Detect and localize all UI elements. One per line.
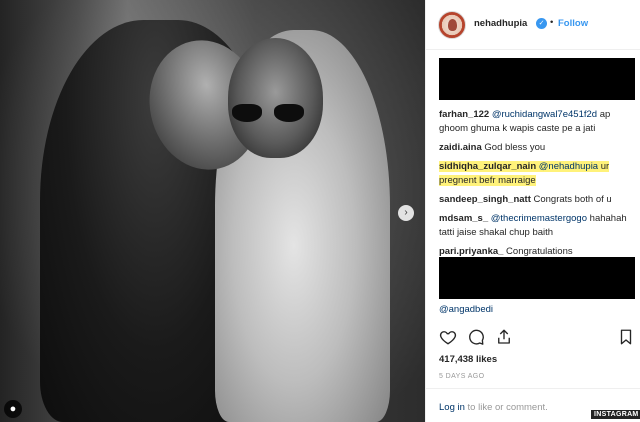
comment-text: Congratulations [503, 246, 573, 257]
post-sidebar: nehadhupia ✓ • Follow farhan_122 @ruchid… [425, 0, 640, 422]
like-count[interactable]: 417,438 likes [439, 354, 497, 365]
comment-item: sandeep_singh_natt Congrats both of u [439, 193, 635, 207]
divider [426, 388, 640, 389]
comment-item: zaidi.aina God bless you [439, 141, 635, 155]
comment-username[interactable]: pari.priyanka_ [439, 246, 503, 257]
comment-text: Congrats both of u [530, 194, 612, 205]
comment-item: farhan_122 @ruchidangwal7e451f2d ap ghoo… [439, 108, 635, 136]
comment-item: mdsam_s_ @thecrimemastergogo hahahah tat… [439, 212, 635, 240]
redaction-box [439, 58, 635, 100]
comment-item: @angadbedi [439, 303, 493, 317]
comment-username[interactable]: mdsam_s_ [439, 213, 488, 224]
avatar[interactable] [438, 11, 466, 39]
bookmark-icon[interactable] [617, 328, 635, 346]
follow-button[interactable]: Follow [558, 18, 588, 29]
comment-text: God bless you [481, 142, 546, 153]
instagram-watermark: INSTAGRAM [591, 410, 640, 419]
comment-username[interactable]: zaidi.aina [439, 142, 482, 153]
post-header: nehadhupia ✓ • Follow [426, 0, 640, 50]
sunglasses [232, 104, 304, 124]
post-date: 5 DAYS AGO [439, 373, 485, 380]
comment-icon[interactable] [467, 328, 485, 346]
person-icon[interactable]: ● [4, 400, 22, 418]
separator-dot: • [550, 17, 554, 28]
post-username[interactable]: nehadhupia [474, 18, 527, 29]
login-link[interactable]: Log in [439, 402, 465, 413]
photo-man-head [228, 38, 323, 158]
comment-list: farhan_122 @ruchidangwal7e451f2d ap ghoo… [439, 108, 635, 264]
comment-mention[interactable]: @angadbedi [439, 304, 493, 315]
chevron-right-icon[interactable]: › [398, 205, 414, 221]
comment-username[interactable]: sidhiqha_zulqar_nain [439, 161, 536, 172]
comment-mention[interactable]: @nehadhupia [539, 161, 598, 172]
verified-badge-icon: ✓ [536, 18, 547, 29]
comment-mention[interactable]: @thecrimemastergogo [491, 213, 587, 224]
redaction-box [439, 257, 635, 299]
post-photo[interactable]: › ● [0, 0, 425, 422]
heart-icon[interactable] [439, 328, 457, 346]
share-icon[interactable] [495, 328, 513, 346]
comment-mention[interactable]: @ruchidangwal7e451f2d [492, 109, 597, 120]
comment-item-highlighted: sidhiqha_zulqar_nain @nehadhupia ur preg… [439, 160, 635, 188]
action-bar [439, 328, 635, 348]
comment-username[interactable]: farhan_122 [439, 109, 489, 120]
login-prompt: Log in to like or comment. [439, 402, 548, 413]
comment-username[interactable]: sandeep_singh_natt [439, 194, 531, 205]
login-prompt-text: to like or comment. [464, 402, 548, 413]
